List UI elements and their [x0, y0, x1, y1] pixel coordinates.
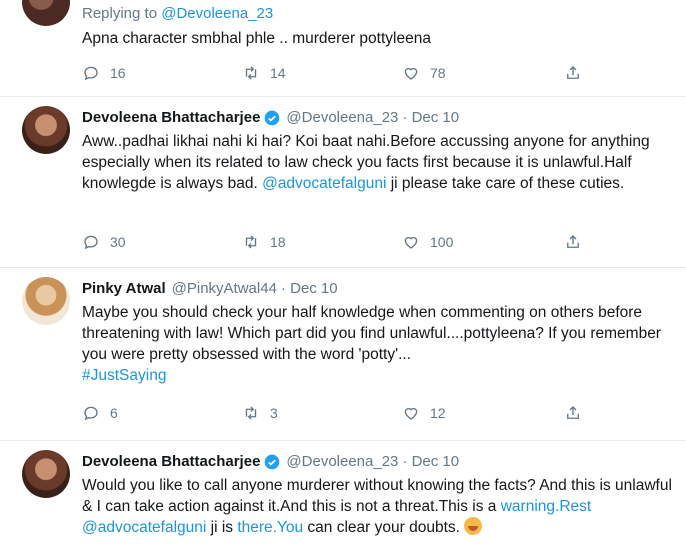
- tweet-text: Maybe you should check your half knowled…: [82, 302, 672, 386]
- avatar[interactable]: [22, 0, 70, 26]
- tweet-text: Apna character smbhal phle .. murderer p…: [82, 30, 431, 47]
- reply-button[interactable]: 30: [82, 233, 126, 251]
- like-count: 78: [430, 65, 446, 81]
- tweet-text-part: ji please take care of these cuties.: [386, 175, 625, 192]
- mention-link[interactable]: @advocatefalguni: [82, 519, 206, 536]
- reply-count: 16: [110, 65, 126, 81]
- retweet-icon: [245, 235, 257, 249]
- tweet-text-part: ji is: [206, 519, 238, 536]
- author-handle[interactable]: @Devoleena_23: [286, 452, 398, 472]
- heart-icon: [404, 407, 418, 420]
- tweet-header: Pinky Atwal @PinkyAtwal44 · Dec 10: [82, 279, 672, 299]
- avatar[interactable]: [22, 450, 70, 498]
- reply-count: 30: [110, 234, 126, 250]
- share-icon: [567, 66, 579, 79]
- share-button[interactable]: [564, 404, 582, 422]
- tweet-header: Devoleena Bhattacharjee @Devoleena_23 · …: [82, 108, 672, 128]
- reply-icon: [84, 66, 98, 81]
- share-button[interactable]: [564, 64, 582, 82]
- tweet-2[interactable]: Pinky Atwal @PinkyAtwal44 · Dec 10 Maybe…: [0, 268, 686, 440]
- tweet-date[interactable]: · Dec 10: [281, 279, 338, 299]
- tweet-text-part: can clear your doubts.: [303, 519, 460, 536]
- reply-count: 6: [110, 405, 118, 421]
- tweet-3[interactable]: Devoleena Bhattacharjee @Devoleena_23 · …: [0, 441, 686, 548]
- retweet-count: 14: [270, 65, 286, 81]
- retweet-count: 18: [270, 234, 286, 250]
- reply-icon: [84, 235, 98, 250]
- tweet-date[interactable]: · Dec 10: [402, 108, 459, 128]
- verified-badge-icon: [265, 454, 280, 470]
- avatar[interactable]: [22, 277, 70, 325]
- tweet-text: Aww..padhai likhai nahi ki hai? Koi baat…: [82, 131, 672, 194]
- retweet-count: 3: [270, 405, 278, 421]
- reply-icon: [84, 406, 98, 421]
- author-handle[interactable]: @Devoleena_23: [286, 108, 398, 128]
- tweet-1[interactable]: Devoleena Bhattacharjee @Devoleena_23 · …: [0, 97, 686, 267]
- inline-link[interactable]: warning.Rest: [501, 498, 591, 515]
- author-name[interactable]: Devoleena Bhattacharjee: [82, 452, 260, 472]
- author-name[interactable]: Pinky Atwal: [82, 279, 166, 299]
- like-button[interactable]: 78: [402, 64, 446, 82]
- mention-link[interactable]: @advocatefalguni: [262, 175, 386, 192]
- heart-icon: [404, 67, 418, 80]
- replying-to-label: Replying to: [82, 5, 158, 22]
- replying-to: Replying to @Devoleena_23: [82, 5, 672, 22]
- like-count: 100: [430, 234, 454, 250]
- inline-link[interactable]: there.You: [237, 519, 303, 536]
- share-icon: [567, 235, 579, 248]
- verified-badge-icon: [265, 110, 280, 126]
- tweet-0[interactable]: Replying to @Devoleena_23 Apna character…: [0, 0, 686, 96]
- retweet-icon: [245, 406, 257, 420]
- like-button[interactable]: 100: [402, 233, 453, 251]
- retweet-button[interactable]: 18: [242, 233, 286, 251]
- retweet-button[interactable]: 3: [242, 404, 278, 422]
- tweet-header: Devoleena Bhattacharjee @Devoleena_23 · …: [82, 452, 672, 472]
- share-icon: [567, 406, 579, 419]
- tweet-date[interactable]: · Dec 10: [402, 452, 459, 472]
- retweet-button[interactable]: 14: [242, 64, 286, 82]
- smiling-face-emoji-icon: [463, 517, 482, 535]
- heart-icon: [404, 236, 418, 249]
- tweet-text: Would you like to call anyone murderer w…: [82, 475, 672, 538]
- retweet-icon: [245, 66, 257, 80]
- author-handle[interactable]: @PinkyAtwal44: [172, 279, 277, 299]
- replying-to-handle-link[interactable]: @Devoleena_23: [161, 5, 273, 22]
- reply-button[interactable]: 16: [82, 64, 126, 82]
- tweet-text-part: Maybe you should check your half knowled…: [82, 304, 661, 363]
- avatar[interactable]: [22, 106, 70, 154]
- author-name[interactable]: Devoleena Bhattacharjee: [82, 108, 260, 128]
- like-button[interactable]: 12: [402, 404, 446, 422]
- like-count: 12: [430, 405, 446, 421]
- reply-button[interactable]: 6: [82, 404, 118, 422]
- share-button[interactable]: [564, 233, 582, 251]
- hashtag-link[interactable]: #JustSaying: [82, 367, 166, 384]
